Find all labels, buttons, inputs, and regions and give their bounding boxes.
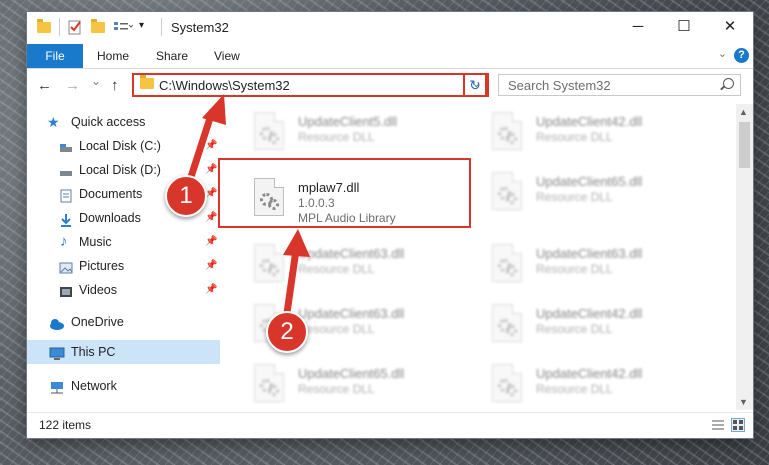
step-badge-2: 2 [266, 311, 308, 353]
step-badge-1: 1 [165, 175, 207, 217]
arrow-to-address-bar [186, 94, 226, 184]
annotation-arrows [186, 94, 310, 324]
arrow-to-file [282, 229, 310, 324]
